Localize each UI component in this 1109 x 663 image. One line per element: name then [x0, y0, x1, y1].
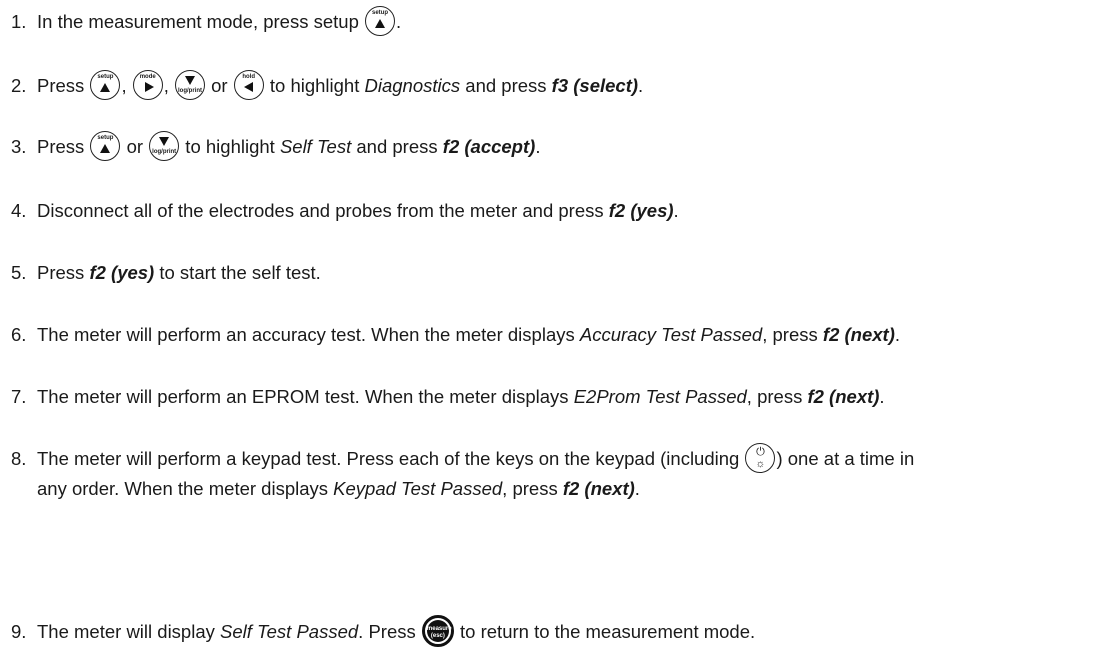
- display-message: E2Prom Test Passed: [573, 386, 747, 407]
- menu-item-name: Self Test: [279, 136, 352, 157]
- step-number: 5.: [11, 262, 27, 283]
- setup-key-icon: setup: [365, 6, 396, 37]
- step-number: 3.: [11, 136, 27, 157]
- step-number: 6.: [11, 324, 27, 345]
- step-7: 7. The meter will perform an EPROM test. …: [11, 382, 1103, 412]
- display-message: Self Test Passed: [220, 621, 359, 642]
- hold-key-icon: hold: [233, 70, 264, 101]
- step-5: 5. Press f2 (yes) to start the self test.: [11, 258, 1103, 288]
- setup-key-icon: setup: [90, 70, 121, 101]
- log-print-key-icon: log/print: [149, 131, 180, 162]
- step-line-1: 8. The meter will perform a keypad test. …: [11, 443, 1103, 474]
- softkey-label: f2 (accept): [442, 136, 536, 157]
- step-number: 7.: [11, 386, 27, 407]
- step-number: 4.: [11, 200, 27, 221]
- step-4: 4. Disconnect all of the electrodes and p…: [11, 196, 1103, 226]
- measure-esc-key-icon: measure (esc): [421, 615, 454, 648]
- step-1: 1. In the measurement mode, press setup s…: [11, 6, 1103, 37]
- step-number: 1.: [11, 11, 27, 32]
- power-backlight-key-icon: ⏻ ☼: [745, 443, 776, 474]
- softkey-label: f2 (next): [807, 386, 880, 407]
- step-2: 2. Press setup, mode, log/print or hold t…: [11, 70, 1103, 101]
- log-print-key-icon: log/print: [175, 70, 205, 101]
- step-number: 2.: [11, 75, 27, 96]
- step-3: 3. Press setup or log/print to highlight …: [11, 131, 1103, 162]
- step-6: 6. The meter will perform an accuracy tes…: [11, 320, 1103, 350]
- softkey-label: f2 (yes): [608, 200, 674, 221]
- setup-key-icon: setup: [90, 131, 121, 162]
- display-message: Accuracy Test Passed: [579, 324, 763, 345]
- softkey-label: f2 (yes): [89, 262, 155, 283]
- softkey-label: f2 (next): [562, 478, 635, 499]
- display-message: Keypad Test Passed: [333, 478, 503, 499]
- step-number: 9.: [11, 621, 27, 642]
- softkey-label: f3 (select): [551, 75, 639, 96]
- menu-item-name: Diagnostics: [364, 75, 461, 96]
- step-8: 8. The meter will perform a keypad test. …: [11, 443, 1103, 504]
- mode-key-icon: mode: [132, 70, 163, 101]
- softkey-label: f2 (next): [822, 324, 895, 345]
- step-line-2: any order. When the meter displays Keypa…: [37, 478, 640, 499]
- step-9: 9. The meter will display Self Test Passe…: [11, 615, 1103, 648]
- step-text: In the measurement mode, press setup: [37, 11, 365, 32]
- step-number: 8.: [11, 448, 27, 469]
